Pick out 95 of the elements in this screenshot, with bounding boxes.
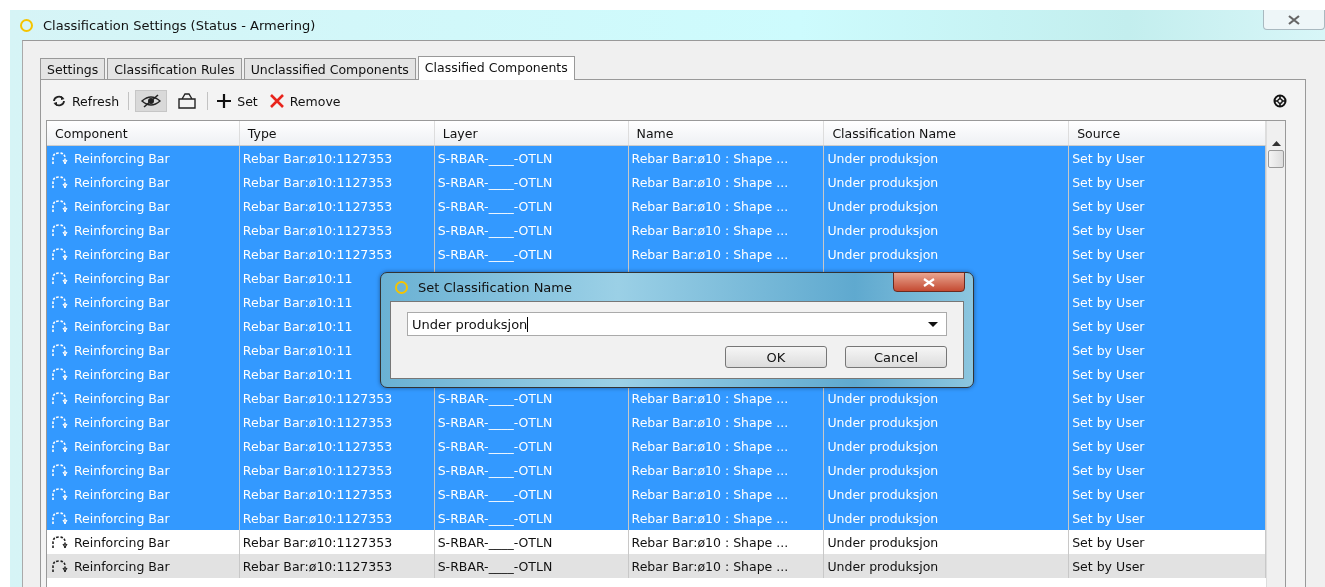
table-cell: Under produksjon [827,222,939,238]
table-cell: Rebar Bar:ø10:1127353 [242,462,393,478]
table-cell: Rebar Bar:ø10:1127353 [242,222,393,238]
table-cell: Set by User [1072,486,1145,502]
table-cell: Reinforcing Bar [74,414,170,430]
table-cell: Rebar Bar:ø10 : Shape ... [631,486,789,502]
table-cell: Set by User [1072,150,1145,166]
table-cell: Set by User [1072,390,1145,406]
table-cell: Set by User [1072,198,1145,214]
table-cell: Rebar Bar:ø10:1127353 [242,150,393,166]
table-cell: Rebar Bar:ø10:1127353 [242,390,393,406]
table-cell: S-RBAR-____-OTLN [437,510,553,526]
table-cell: Under produksjon [827,438,939,454]
table-cell: S-RBAR-____-OTLN [437,438,553,454]
table-cell: Set by User [1072,462,1145,478]
table-cell: Rebar Bar:ø10 : Shape ... [631,174,789,190]
table-cell: Rebar Bar:ø10:11 [242,294,353,310]
table-cell: Rebar Bar:ø10:1127353 [242,414,393,430]
table-cell: Reinforcing Bar [74,246,170,262]
table-cell: Rebar Bar:ø10:11 [242,366,353,382]
table-cell: Rebar Bar:ø10 : Shape ... [631,462,789,478]
table-cell: Reinforcing Bar [74,270,170,286]
table-cell: Rebar Bar:ø10 : Shape ... [631,222,789,238]
table-cell: Reinforcing Bar [74,198,170,214]
table-cell: Set by User [1072,558,1145,574]
table-cell: Set by User [1072,366,1145,382]
table-cell: Reinforcing Bar [74,438,170,454]
dialog-title: Set Classification Name [418,279,572,295]
table-cell: S-RBAR-____-OTLN [437,222,553,238]
table-cell: S-RBAR-____-OTLN [437,150,553,166]
table-cell: Under produksjon [827,534,939,550]
table-cell: Under produksjon [827,390,939,406]
table-cell: Set by User [1072,438,1145,454]
table-cell: Rebar Bar:ø10 : Shape ... [631,510,789,526]
table-cell: S-RBAR-____-OTLN [437,198,553,214]
table-cell: Rebar Bar:ø10 : Shape ... [631,198,789,214]
table-cell: Reinforcing Bar [74,318,170,334]
table-cell: Set by User [1072,414,1145,430]
table-cell: Under produksjon [827,198,939,214]
table-cell: Reinforcing Bar [74,486,170,502]
table-cell: Rebar Bar:ø10:1127353 [242,534,393,550]
table-cell: S-RBAR-____-OTLN [437,174,553,190]
table-cell: Reinforcing Bar [74,150,170,166]
table-cell: S-RBAR-____-OTLN [437,414,553,430]
table-cell: Reinforcing Bar [74,510,170,526]
table-cell: Under produksjon [827,174,939,190]
table-cell: S-RBAR-____-OTLN [437,558,553,574]
table-cell: Rebar Bar:ø10 : Shape ... [631,438,789,454]
table-cell: Under produksjon [827,150,939,166]
table-cell: Rebar Bar:ø10:1127353 [242,174,393,190]
table-cell: Under produksjon [827,462,939,478]
table-cell: Rebar Bar:ø10:1127353 [242,558,393,574]
table-cell: Under produksjon [827,510,939,526]
table-cell: Rebar Bar:ø10:11 [242,318,353,334]
table-cell: Under produksjon [827,486,939,502]
table-cell: Reinforcing Bar [74,294,170,310]
table-cell: Rebar Bar:ø10:1127353 [242,198,393,214]
table-cell: Set by User [1072,318,1145,334]
table-cell: Set by User [1072,222,1145,238]
table-cell: Set by User [1072,294,1145,310]
table-cell: Set by User [1072,510,1145,526]
table-cell: Reinforcing Bar [74,174,170,190]
table-cell: Under produksjon [827,246,939,262]
table-cell: Rebar Bar:ø10 : Shape ... [631,534,789,550]
table-cell: Rebar Bar:ø10:1127353 [242,246,393,262]
table-cell: S-RBAR-____-OTLN [437,390,553,406]
table-cell: Rebar Bar:ø10 : Shape ... [631,150,789,166]
table-cell: S-RBAR-____-OTLN [437,246,553,262]
window-title: Classification Settings (Status - Armering) [43,17,316,33]
table-cell: Reinforcing Bar [74,342,170,358]
table-cell: S-RBAR-____-OTLN [437,486,553,502]
table-cell: Rebar Bar:ø10:11 [242,270,353,286]
table-cell: Set by User [1072,270,1145,286]
table-cell: S-RBAR-____-OTLN [437,462,553,478]
table-cell: Reinforcing Bar [74,534,170,550]
table-cell: Under produksjon [827,414,939,430]
table-cell: S-RBAR-____-OTLN [437,534,553,550]
table-cell: Rebar Bar:ø10 : Shape ... [631,390,789,406]
table-cell: Rebar Bar:ø10 : Shape ... [631,414,789,430]
table-cell: Rebar Bar:ø10:11 [242,342,353,358]
table-cell: Reinforcing Bar [74,222,170,238]
table-cell: Rebar Bar:ø10:1127353 [242,438,393,454]
table-cell: Under produksjon [827,558,939,574]
table-cell: Reinforcing Bar [74,366,170,382]
table-cell: Set by User [1072,246,1145,262]
table-cell: Reinforcing Bar [74,390,170,406]
table-cell: Set by User [1072,174,1145,190]
table-cell: Set by User [1072,342,1145,358]
table-cell: Rebar Bar:ø10 : Shape ... [631,558,789,574]
table-cell: Rebar Bar:ø10 : Shape ... [631,246,789,262]
table-cell: Reinforcing Bar [74,462,170,478]
table-cell: Rebar Bar:ø10:1127353 [242,486,393,502]
table-cell: Rebar Bar:ø10:1127353 [242,510,393,526]
table-cell: Reinforcing Bar [74,558,170,574]
table-cell: Set by User [1072,534,1145,550]
